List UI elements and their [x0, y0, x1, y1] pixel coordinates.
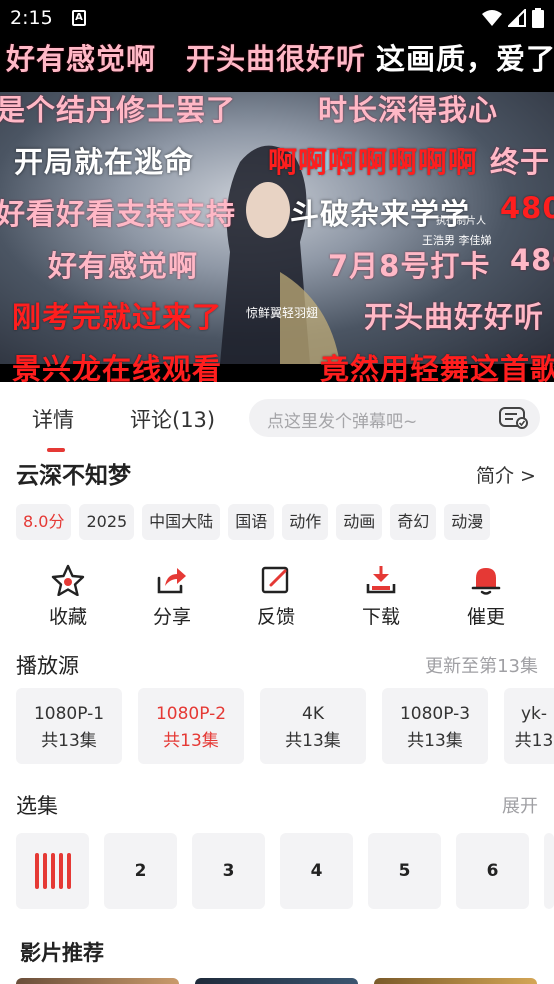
recommend-list	[16, 978, 537, 984]
score-tag: 8.0分	[16, 504, 72, 540]
tab-comments[interactable]: 评论(13)	[130, 404, 215, 434]
source-item[interactable]: yk- 共13	[504, 688, 554, 764]
tag-genre: 动漫	[444, 504, 491, 540]
source-item[interactable]: 1080P-1 共13集	[16, 688, 122, 764]
source-count: 共13集	[407, 731, 463, 751]
video-player[interactable]: 执行制片人 王浩男 李佳娣 惊鲜翼轻羽翅 好有感觉啊 开头曲很好听 这画质，爱了…	[0, 36, 554, 382]
danmaku-item: 啊啊啊啊啊啊啊	[268, 145, 479, 179]
sources-title: 播放源	[16, 654, 79, 678]
danmaku-item: 时长深得我心	[318, 93, 499, 127]
source-list: 1080P-1 共13集 1080P-2 共13集 4K 共13集 1080P-…	[16, 688, 554, 764]
tab-bar: 详情 评论(13) 点这里发个弹幕吧~	[0, 382, 554, 454]
danmaku-item: 480	[510, 243, 554, 277]
tag-genre: 奇幻	[390, 504, 437, 540]
urge-update-label: 催更	[466, 606, 505, 628]
danmaku-item: 好有感觉啊	[48, 249, 199, 283]
recommend-thumbnail[interactable]	[16, 978, 179, 984]
favorite-label: 收藏	[48, 606, 87, 628]
danmaku-item: 开头曲好好听	[364, 300, 545, 334]
source-name: yk-	[520, 704, 548, 724]
status-time: 2:15	[10, 7, 53, 29]
source-name: 1080P-3	[399, 704, 471, 724]
edit-icon	[261, 566, 289, 594]
danmaku-settings-icon[interactable]	[499, 406, 529, 430]
source-item-selected[interactable]: 1080P-2 共13集	[138, 688, 244, 764]
urge-update-button[interactable]: 催更	[446, 560, 526, 629]
active-tab-indicator	[47, 448, 65, 452]
star-icon	[51, 564, 85, 596]
source-count: 共13集	[163, 731, 219, 751]
tab-detail[interactable]: 详情	[32, 404, 74, 434]
source-count: 共13	[514, 731, 554, 751]
danmaku-placeholder: 点这里发个弹幕吧~	[267, 412, 418, 432]
playing-indicator-icon	[66, 853, 71, 889]
danmaku-item: 开头曲很好听	[186, 42, 367, 76]
danmaku-input[interactable]: 点这里发个弹幕吧~	[249, 399, 540, 437]
episode-button[interactable]: 5	[368, 833, 441, 909]
battery-icon	[532, 8, 544, 28]
tag-list: 8.0分 2025 中国大陆 国语 动作 动画 奇幻 动漫	[16, 504, 491, 540]
danmaku-item: 好有感觉啊	[6, 42, 157, 76]
episode-button[interactable]: 2	[104, 833, 177, 909]
expand-episodes-button[interactable]: 展开	[502, 792, 538, 818]
danmaku-item: 480	[500, 191, 554, 225]
feedback-button[interactable]: 反馈	[236, 560, 316, 629]
episode-list: 2 3 4 5 6	[16, 833, 554, 909]
recommend-thumbnail[interactable]	[195, 978, 358, 984]
danmaku-item: 斗破杂来学学	[290, 197, 471, 231]
wifi-icon	[482, 10, 502, 26]
video-subtitle: 惊鲜翼轻羽翅	[246, 306, 319, 320]
recommend-title: 影片推荐	[20, 941, 104, 965]
danmaku-item: 刚考完就过来了	[12, 300, 223, 334]
update-status: 更新至第13集	[425, 656, 538, 677]
playing-indicator-icon	[34, 853, 39, 889]
danmaku-item: 终于	[490, 145, 551, 179]
danmaku-item: 开局就在逃命	[14, 145, 195, 179]
action-bar: 收藏 分享 反馈 下载 催更	[0, 560, 554, 634]
danmaku-item: 竟然用轻舞这首歌	[320, 352, 554, 382]
signal-icon	[508, 9, 526, 27]
share-label: 分享	[152, 606, 191, 628]
danmaku-item: 7月8号打卡	[328, 249, 491, 283]
source-count: 共13集	[285, 731, 341, 751]
status-bar: 2:15 A	[0, 0, 554, 36]
share-button[interactable]: 分享	[132, 560, 212, 629]
download-button[interactable]: 下载	[341, 560, 421, 629]
source-name: 1080P-1	[33, 704, 105, 724]
playing-indicator-icon	[42, 853, 47, 889]
share-icon	[157, 568, 186, 594]
playing-indicator-icon	[58, 853, 63, 889]
episode-button[interactable]: 4	[280, 833, 353, 909]
episode-playing[interactable]	[16, 833, 89, 909]
download-icon	[366, 566, 396, 594]
danmaku-item: 这画质，爱了	[376, 42, 554, 76]
download-label: 下载	[361, 606, 400, 628]
tag-genre: 动画	[336, 504, 383, 540]
tag-language: 国语	[228, 504, 275, 540]
danmaku-item: 好看好看支持支持	[0, 197, 237, 231]
source-name: 1080P-2	[155, 704, 227, 724]
recommend-thumbnail[interactable]	[374, 978, 537, 984]
show-title: 云深不知梦	[16, 463, 131, 489]
playing-indicator-icon	[50, 853, 55, 889]
tag-genre: 动作	[282, 504, 329, 540]
danmaku-item: 是个结丹修士罢了	[0, 93, 237, 127]
intro-link[interactable]: 简介 >	[476, 461, 536, 488]
source-name: 4K	[302, 704, 324, 724]
favorite-button[interactable]: 收藏	[28, 560, 108, 629]
notification-icon: A	[72, 10, 86, 26]
tag-region: 中国大陆	[142, 504, 221, 540]
feedback-label: 反馈	[256, 606, 295, 628]
tag-year: 2025	[79, 504, 135, 540]
status-icons	[482, 8, 544, 28]
danmaku-item: 景兴龙在线观看	[12, 352, 223, 382]
episode-button[interactable]: 6	[456, 833, 529, 909]
episode-button[interactable]: 3	[192, 833, 265, 909]
episodes-title: 选集	[16, 794, 58, 818]
source-count: 共13集	[41, 731, 97, 751]
source-item[interactable]: 1080P-3 共13集	[382, 688, 488, 764]
source-item[interactable]: 4K 共13集	[260, 688, 366, 764]
bell-icon	[471, 568, 501, 595]
episode-button[interactable]	[544, 833, 554, 909]
